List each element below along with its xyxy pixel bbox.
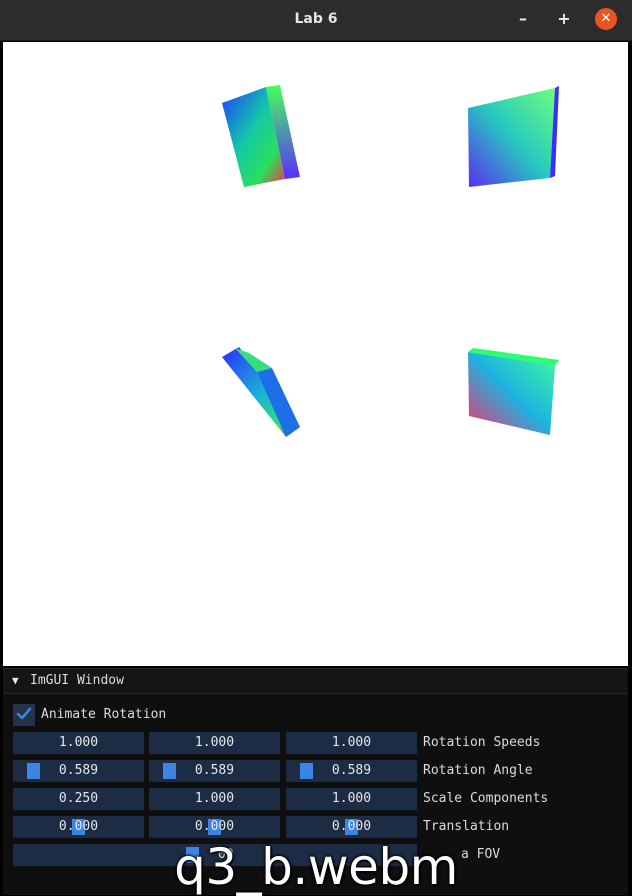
translation-y-value: 0.000 bbox=[194, 819, 235, 834]
maximize-icon[interactable]: + bbox=[553, 8, 575, 30]
rotation-angle-x-value: 0.589 bbox=[58, 763, 99, 778]
rotation-angle-y-slider[interactable]: 0.589 bbox=[149, 760, 280, 782]
cube-top-right bbox=[468, 86, 559, 187]
window-title: Lab 6 bbox=[294, 11, 338, 27]
video-caption: q3_b.webm bbox=[174, 838, 458, 896]
scale-x[interactable]: 0.250 bbox=[13, 788, 144, 810]
rotation-speed-y[interactable]: 1.000 bbox=[149, 732, 280, 754]
animate-rotation-checkbox[interactable] bbox=[13, 704, 35, 726]
window-titlebar[interactable]: Lab 6 – + ✕ bbox=[0, 0, 632, 41]
rotation-angle-z-slider[interactable]: 0.589 bbox=[286, 760, 417, 782]
animate-rotation-label: Animate Rotation bbox=[41, 707, 167, 722]
rotation-angle-x-slider[interactable]: 0.589 bbox=[13, 760, 144, 782]
cube-top-left bbox=[222, 85, 300, 187]
imgui-title: ImGUI Window bbox=[30, 673, 124, 688]
translation-z-slider[interactable]: 0.000 bbox=[286, 816, 417, 838]
rotation-speed-x[interactable]: 1.000 bbox=[13, 732, 144, 754]
triangle-down-icon[interactable]: ▼ bbox=[12, 674, 19, 687]
translation-x-value: 0.000 bbox=[58, 819, 99, 834]
slider-grab[interactable] bbox=[27, 763, 40, 779]
translation-x-slider[interactable]: 0.000 bbox=[13, 816, 144, 838]
close-icon[interactable]: ✕ bbox=[595, 8, 617, 30]
translation-z-value: 0.000 bbox=[331, 819, 372, 834]
rotation-speeds-label: Rotation Speeds bbox=[423, 735, 541, 750]
slider-grab[interactable] bbox=[163, 763, 176, 779]
rotation-angle-y-value: 0.589 bbox=[194, 763, 235, 778]
slider-grab[interactable] bbox=[300, 763, 313, 779]
rotation-speed-z[interactable]: 1.000 bbox=[286, 732, 417, 754]
translation-y-slider[interactable]: 0.000 bbox=[149, 816, 280, 838]
cube-bottom-right bbox=[468, 348, 559, 435]
checkmark-icon bbox=[16, 707, 32, 720]
render-viewport[interactable] bbox=[3, 42, 628, 666]
scale-z[interactable]: 1.000 bbox=[286, 788, 417, 810]
rotation-angle-z-value: 0.589 bbox=[331, 763, 372, 778]
scale-components-label: Scale Components bbox=[423, 791, 549, 806]
minimize-icon[interactable]: – bbox=[512, 8, 534, 30]
imgui-header[interactable]: ▼ ImGUI Window bbox=[3, 669, 628, 694]
scale-y[interactable]: 1.000 bbox=[149, 788, 280, 810]
cube-scene bbox=[222, 85, 559, 437]
cube-bottom-left bbox=[222, 347, 300, 437]
translation-label: Translation bbox=[423, 819, 510, 834]
rotation-angle-label: Rotation Angle bbox=[423, 763, 533, 778]
